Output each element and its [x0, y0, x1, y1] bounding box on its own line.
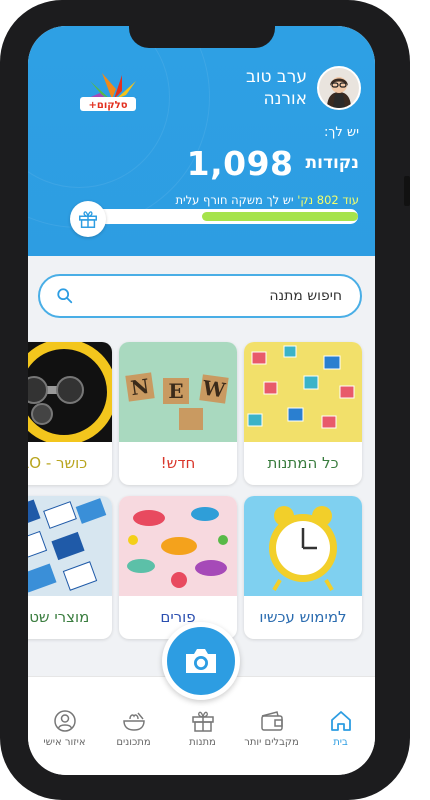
- camera-icon: [186, 649, 216, 673]
- category-label: כושר - RO: [28, 454, 88, 472]
- nav-item-rewards[interactable]: מקבלים יותר: [237, 709, 306, 748]
- reward-gift-button[interactable]: [70, 201, 106, 237]
- search-placeholder: חיפוש מתנה: [269, 288, 342, 304]
- gift-icon: [79, 211, 97, 228]
- category-card-purim[interactable]: פורים: [119, 496, 237, 639]
- category-label: מוצרי שטרן: [28, 608, 90, 626]
- products-image: [28, 496, 112, 596]
- camera-button[interactable]: [162, 622, 240, 700]
- points-header: ערב טוב אורנה +סלקום יש לך: נקודות 1,098…: [28, 26, 375, 256]
- points-balance: נקודות 1,098: [187, 141, 359, 185]
- points-value: 1,098: [186, 143, 294, 183]
- search-icon: [57, 288, 73, 304]
- category-card-new[interactable]: N E W חדש!: [119, 342, 237, 485]
- category-card-redeem-now[interactable]: למימוש עכשיו: [244, 496, 362, 639]
- progress-bar: [80, 209, 358, 224]
- progress-fill: [202, 212, 358, 221]
- purim-masks-image: [119, 496, 237, 596]
- user-name: אורנה: [263, 89, 307, 109]
- nav-item-recipes[interactable]: מתכונים: [99, 709, 168, 748]
- phone-notch: [129, 26, 275, 48]
- home-icon: [330, 711, 351, 731]
- progress-remaining: עוד 802 נק': [297, 193, 359, 207]
- progress-reward: יש לך משקה חורף עלית: [175, 193, 294, 207]
- gift-icon: [191, 711, 214, 732]
- phone-side-button: [404, 176, 410, 206]
- svg-text:N: N: [129, 374, 150, 400]
- wallet-icon: [260, 711, 283, 731]
- avatar[interactable]: [317, 66, 361, 110]
- category-card-fitness[interactable]: כושר - RO: [28, 342, 112, 485]
- greeting-line-1: ערב טוב: [246, 67, 307, 87]
- new-blocks-image: N E W: [119, 342, 237, 442]
- dumbbells-image: [28, 342, 112, 442]
- svg-text:+סלקום: +סלקום: [89, 100, 128, 111]
- points-unit: נקודות: [305, 153, 360, 173]
- category-label: כל המתנות: [267, 454, 339, 472]
- nav-item-profile[interactable]: איזור אישי: [30, 709, 99, 748]
- brand-logo: +סלקום: [72, 69, 144, 119]
- nav-label: מתנות: [189, 737, 216, 748]
- svg-text:W: W: [200, 375, 227, 402]
- nav-item-gifts[interactable]: מתנות: [168, 709, 237, 748]
- greeting: ערב טוב אורנה: [246, 66, 307, 110]
- nav-label: מתכונים: [116, 737, 151, 748]
- app-screen: ערב טוב אורנה +סלקום יש לך: נקודות 1,098…: [28, 26, 375, 775]
- gifts-image: [244, 342, 362, 442]
- user-icon: [53, 710, 76, 732]
- category-label: למימוש עכשיו: [259, 608, 347, 626]
- nav-label: איזור אישי: [43, 737, 86, 748]
- progress-caption: עוד 802 נק' יש לך משקה חורף עלית: [175, 193, 359, 207]
- search-input[interactable]: חיפוש מתנה: [38, 274, 362, 318]
- gift-catalog: חיפוש מתנה כל המתנות N E W חדש! כושר - O…: [28, 256, 375, 676]
- alarm-clock-image: [244, 496, 362, 596]
- nav-label: מקבלים יותר: [244, 737, 299, 748]
- category-card-strauss[interactable]: מוצרי שטרן: [28, 496, 112, 639]
- category-card-all-gifts[interactable]: כל המתנות: [244, 342, 362, 485]
- svg-text:E: E: [168, 379, 183, 403]
- nav-label: בית: [333, 737, 348, 748]
- bowl-icon: [122, 712, 145, 731]
- balance-label: יש לך:: [323, 125, 359, 140]
- nav-item-home[interactable]: בית: [306, 709, 375, 748]
- category-label: חדש!: [160, 454, 196, 472]
